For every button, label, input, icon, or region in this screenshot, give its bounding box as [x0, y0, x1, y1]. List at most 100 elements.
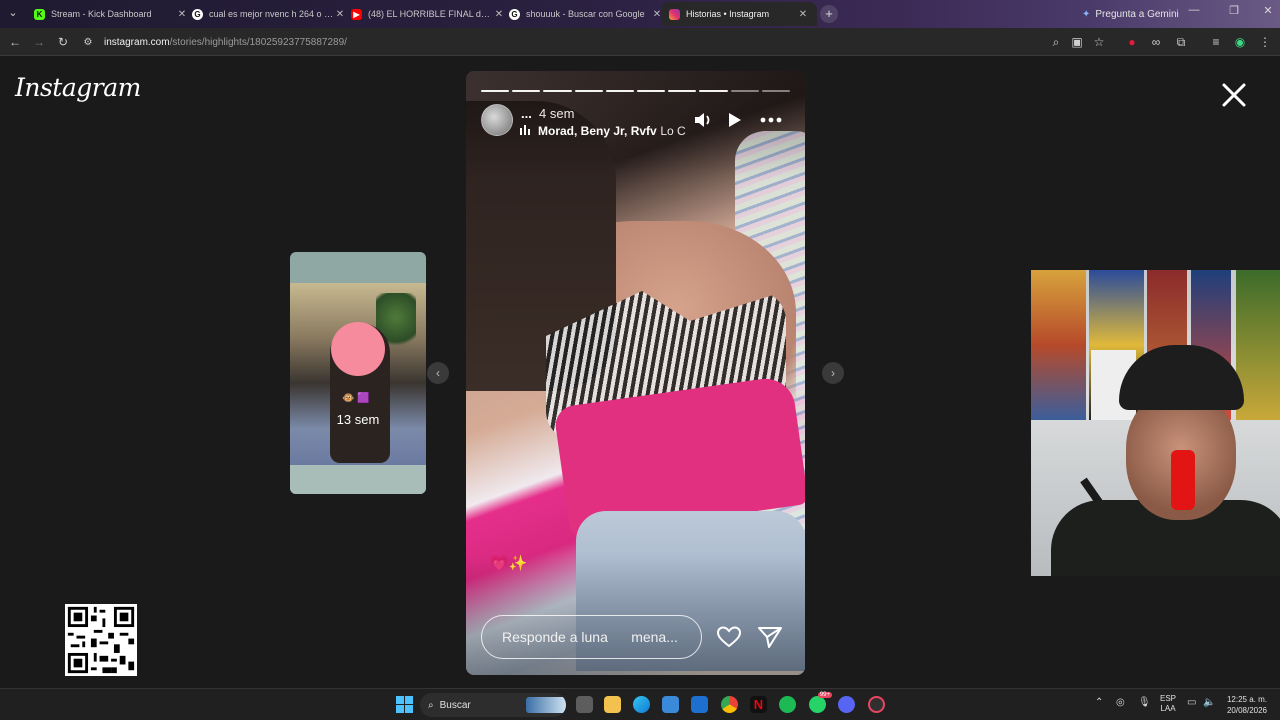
file-explorer-icon[interactable]	[604, 696, 621, 713]
tab-instagram-stories[interactable]: Historias • Instagram ✕	[661, 2, 817, 26]
whatsapp-icon[interactable]: 99+	[809, 692, 832, 713]
story-music-track[interactable]: · Lo C	[653, 124, 693, 138]
clock-date: 20/08/2026	[1226, 706, 1267, 715]
more-options-icon[interactable]	[759, 112, 783, 128]
close-tab-icon[interactable]: ✕	[797, 9, 809, 20]
play-icon[interactable]	[724, 112, 744, 128]
tab-youtube[interactable]: ▶ (48) EL HORRIBLE FINAL de ALG... ✕	[343, 2, 513, 26]
tab-title: Historias • Instagram	[686, 9, 770, 19]
whatsapp-badge: 99+	[817, 692, 832, 698]
story-music-artists[interactable]: Morad, Beny Jr, Rvfv	[538, 124, 657, 138]
profile-icon[interactable]: ◉	[1231, 33, 1249, 51]
reply-input[interactable]	[481, 615, 702, 659]
close-icon[interactable]	[1220, 81, 1248, 109]
story-progress-segment	[637, 90, 666, 92]
tab-google-search-nvenc[interactable]: G cual es mejor nvenc h 264 o nv... ✕	[184, 2, 354, 26]
previous-story-arrow-icon[interactable]: ‹	[427, 362, 449, 384]
previous-story-emojis: 🐵 🟪	[342, 393, 370, 404]
back-arrow-icon[interactable]: ←	[6, 33, 24, 51]
tab-title: cual es mejor nvenc h 264 o nv...	[209, 9, 334, 19]
search-icon: ⌕	[428, 699, 434, 711]
keyboard-language[interactable]: ESP LAA	[1160, 694, 1176, 714]
language-code: ESP	[1160, 694, 1177, 703]
story-progress-segment	[699, 90, 728, 92]
extension-link-icon[interactable]: ∞	[1147, 33, 1165, 51]
restore-window-icon[interactable]: ❐	[1224, 4, 1244, 17]
story-timestamp: 4 sem	[539, 106, 575, 121]
ask-gemini-button[interactable]: ✦ Pregunta a Gemini	[1074, 4, 1187, 24]
tab-title: (48) EL HORRIBLE FINAL de ALG...	[368, 9, 493, 19]
instagram-logo[interactable]: Instagram	[15, 73, 141, 102]
obs-icon[interactable]	[868, 696, 885, 713]
tab-kick-dashboard[interactable]: K Stream - Kick Dashboard ✕	[26, 2, 196, 26]
tab-search-button[interactable]: ⌄	[4, 4, 22, 22]
store-icon[interactable]	[662, 696, 679, 713]
avatar[interactable]	[481, 104, 513, 136]
microphone-icon[interactable]: 🎙	[1138, 697, 1151, 708]
reload-icon[interactable]: ↻	[54, 33, 72, 51]
netflix-icon[interactable]: N	[750, 696, 767, 713]
volume-tray-icon[interactable]: 🔈	[1203, 697, 1215, 708]
tray-app-icon[interactable]: ◎	[1116, 697, 1125, 708]
windows-taskbar: ⌕ Buscar N 99+ ⌃ ◎ 🎙 ESP LAA ▭ 🔈 12:25 a…	[0, 688, 1280, 720]
site-info-icon[interactable]: ⚙	[80, 37, 96, 48]
network-icon[interactable]: ▭	[1187, 697, 1196, 708]
story-progress-segment	[761, 90, 791, 92]
google-icon: G	[192, 8, 203, 20]
extension-record-icon[interactable]: ●	[1123, 33, 1141, 51]
url-host: instagram.com	[104, 36, 170, 48]
chrome-icon[interactable]	[721, 696, 738, 713]
youtube-icon: ▶	[351, 8, 362, 20]
story-progress-segment	[512, 90, 541, 92]
browser-toolbar: ← → ↻ ⚙ instagram.com/stories/highlights…	[0, 28, 1280, 56]
music-bars-icon	[520, 125, 530, 135]
zoom-icon[interactable]: ⌕	[1047, 33, 1065, 51]
avatar	[331, 322, 385, 376]
gemini-label: Pregunta a Gemini	[1095, 8, 1179, 20]
spotify-icon[interactable]	[779, 696, 796, 713]
send-icon[interactable]	[757, 625, 783, 649]
volume-icon[interactable]	[693, 112, 713, 128]
next-story-arrow-icon[interactable]: ›	[822, 362, 844, 384]
story-progress-segment	[668, 90, 697, 92]
keyboard-layout-code: LAA	[1160, 704, 1176, 713]
instagram-icon	[669, 8, 680, 20]
clock-time: 12:25 a. m.	[1226, 695, 1267, 704]
taskbar-clock[interactable]: 12:25 a. m. 20/08/2026	[1223, 694, 1267, 716]
bookmark-star-icon[interactable]: ☆	[1090, 33, 1108, 51]
story-username[interactable]: ...	[521, 106, 532, 121]
minimize-window-icon[interactable]: —	[1184, 4, 1204, 16]
browser-menu-icon[interactable]: ⋮	[1256, 33, 1274, 51]
story-emoji-sticker: 💗✨	[490, 555, 528, 572]
qr-code	[65, 604, 137, 676]
discord-icon[interactable]	[838, 696, 855, 713]
edge-icon[interactable]	[633, 696, 650, 713]
close-window-icon[interactable]: ✕	[1258, 4, 1278, 17]
forward-arrow-icon[interactable]: →	[30, 33, 48, 51]
address-bar[interactable]: ⚙ instagram.com/stories/highlights/18025…	[80, 31, 1110, 53]
active-story[interactable]: ... 4 sem Morad, Beny Jr, Rvfv · Lo C 💗✨	[466, 71, 805, 675]
story-progress-segment	[605, 90, 635, 92]
taskbar-search[interactable]: ⌕ Buscar	[420, 693, 566, 717]
mail-icon[interactable]	[691, 696, 708, 713]
story-progress-segment	[730, 90, 759, 92]
story-progress-segment	[574, 90, 603, 92]
tab-title: shouuuk - Buscar con Google	[526, 9, 645, 19]
windows-start-icon[interactable]	[396, 696, 413, 713]
previous-story-age: 13 sem	[336, 412, 380, 427]
taskbar-search-label: Buscar	[439, 699, 471, 711]
cast-icon[interactable]: ▣	[1068, 33, 1086, 51]
tray-chevron-up-icon[interactable]: ⌃	[1095, 697, 1103, 708]
heart-like-icon[interactable]	[716, 625, 742, 649]
story-progress-segment	[543, 90, 572, 92]
story-progress-bar	[481, 90, 791, 92]
reading-list-icon[interactable]: ≡	[1207, 33, 1225, 51]
story-header: ... 4 sem Morad, Beny Jr, Rvfv · Lo C	[481, 104, 790, 140]
previous-story-card[interactable]: 🐵 🟪 13 sem	[290, 252, 426, 494]
task-view-icon[interactable]	[576, 696, 593, 713]
new-tab-button[interactable]: +	[820, 5, 838, 23]
tab-google-search-shouuuk[interactable]: G shouuuk - Buscar con Google ✕	[501, 2, 671, 26]
extensions-puzzle-icon[interactable]: ⧉	[1172, 33, 1190, 51]
streamer-webcam-overlay	[1031, 270, 1280, 576]
google-icon: G	[509, 8, 520, 20]
